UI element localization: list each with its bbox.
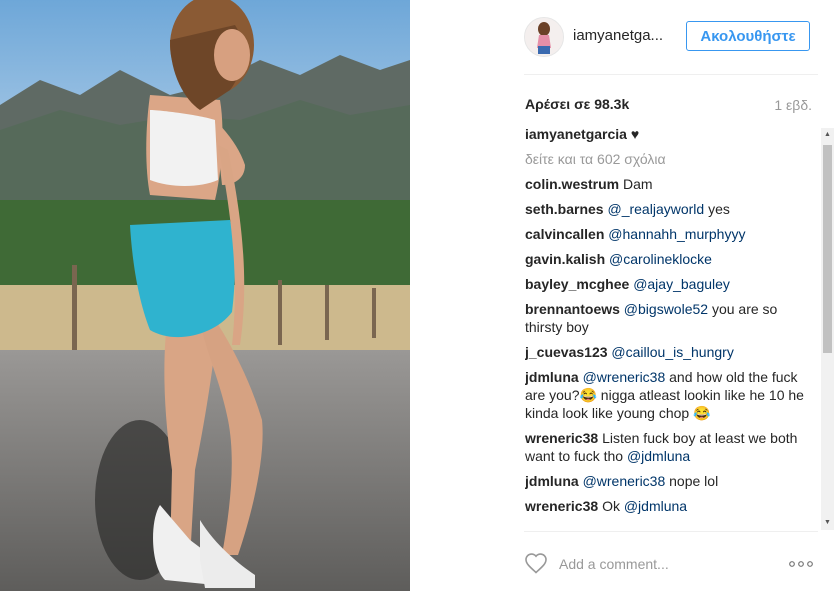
comment-username[interactable]: calvincallen <box>525 226 604 242</box>
ellipsis-icon[interactable] <box>788 560 814 568</box>
header-divider <box>524 74 818 75</box>
post-image <box>0 0 410 591</box>
caption-username[interactable]: iamyanetgarcia <box>525 126 627 142</box>
comment-text: yes <box>708 201 730 217</box>
post-details-panel: iamyanetga... Ακολουθήστε Αρέσει σε 98.3… <box>410 0 834 591</box>
post-photo[interactable] <box>0 0 410 591</box>
add-comment-input[interactable] <box>559 555 779 573</box>
comment-username[interactable]: colin.westrum <box>525 176 619 192</box>
post-header: iamyanetga... Ακολουθήστε <box>410 0 834 74</box>
scroll-up-arrow-icon[interactable]: ▲ <box>821 128 834 142</box>
comment-username[interactable]: jdmluna <box>525 473 579 489</box>
post-time[interactable]: 1 εβδ. <box>774 97 812 113</box>
list-item: calvincallen @hannahh_murphyyy <box>525 225 815 243</box>
view-all-comments-link[interactable]: δείτε και τα 602 σχόλια <box>525 150 815 168</box>
caption-text: ♥ <box>630 126 640 142</box>
scrollbar-thumb[interactable] <box>823 145 832 353</box>
footer-divider <box>524 531 818 532</box>
heart-outline-icon[interactable] <box>524 552 548 574</box>
comments-scrollbar[interactable]: ▲ ▼ <box>821 128 834 530</box>
list-item: colin.westrum Dam <box>525 175 815 193</box>
likes-count[interactable]: Αρέσει σε 98.3k <box>525 96 629 112</box>
comment-username[interactable]: j_cuevas123 <box>525 344 608 360</box>
post-username[interactable]: iamyanetga... <box>573 27 663 44</box>
comment-username[interactable]: gavin.kalish <box>525 251 605 267</box>
avatar[interactable] <box>524 17 564 57</box>
list-item: jdmluna @wreneric38 nope lol <box>525 472 815 490</box>
comment-mention[interactable]: @bigswole52 <box>624 301 708 317</box>
avatar-image <box>525 18 563 56</box>
list-item: wreneric38 Ok @jdmluna <box>525 497 815 515</box>
comment-mention[interactable]: @caillou_is_hungry <box>611 344 733 360</box>
comment-mention[interactable]: @hannahh_murphyyy <box>608 226 745 242</box>
comment-username[interactable]: brennantoews <box>525 301 620 317</box>
list-item: bayley_mcghee @ajay_baguley <box>525 275 815 293</box>
comment-username[interactable]: jdmluna <box>525 369 579 385</box>
list-item: seth.barnes @_realjayworld yes <box>525 200 815 218</box>
caption: iamyanetgarcia ♥ <box>525 125 815 143</box>
comment-mention[interactable]: @jdmluna <box>627 448 690 464</box>
list-item: wreneric38 Listen fuck boy at least we b… <box>525 429 815 465</box>
list-item: j_cuevas123 @caillou_is_hungry <box>525 343 815 361</box>
comment-mention[interactable]: @ajay_baguley <box>633 276 730 292</box>
follow-button[interactable]: Ακολουθήστε <box>686 21 810 51</box>
comment-text: Dam <box>623 176 653 192</box>
comment-text: nope lol <box>669 473 719 489</box>
list-item: gavin.kalish @carolineklocke <box>525 250 815 268</box>
comment-mention[interactable]: @wreneric38 <box>583 369 666 385</box>
list-item: jdmluna @wreneric38 and how old the fuck… <box>525 368 815 422</box>
comment-mention[interactable]: @wreneric38 <box>583 473 666 489</box>
comment-text: Ok <box>602 498 620 514</box>
comment-mention[interactable]: @carolineklocke <box>609 251 712 267</box>
scroll-down-arrow-icon[interactable]: ▼ <box>821 516 834 530</box>
comments-list: iamyanetgarcia ♥ δείτε και τα 602 σχόλια… <box>525 125 815 527</box>
comment-username[interactable]: wreneric38 <box>525 498 598 514</box>
comment-username[interactable]: bayley_mcghee <box>525 276 629 292</box>
list-item: brennantoews @bigswole52 you are so thir… <box>525 300 815 336</box>
comment-username[interactable]: wreneric38 <box>525 430 598 446</box>
comment-mention[interactable]: @_realjayworld <box>607 201 704 217</box>
comment-mention[interactable]: @jdmluna <box>624 498 687 514</box>
comment-username[interactable]: seth.barnes <box>525 201 604 217</box>
